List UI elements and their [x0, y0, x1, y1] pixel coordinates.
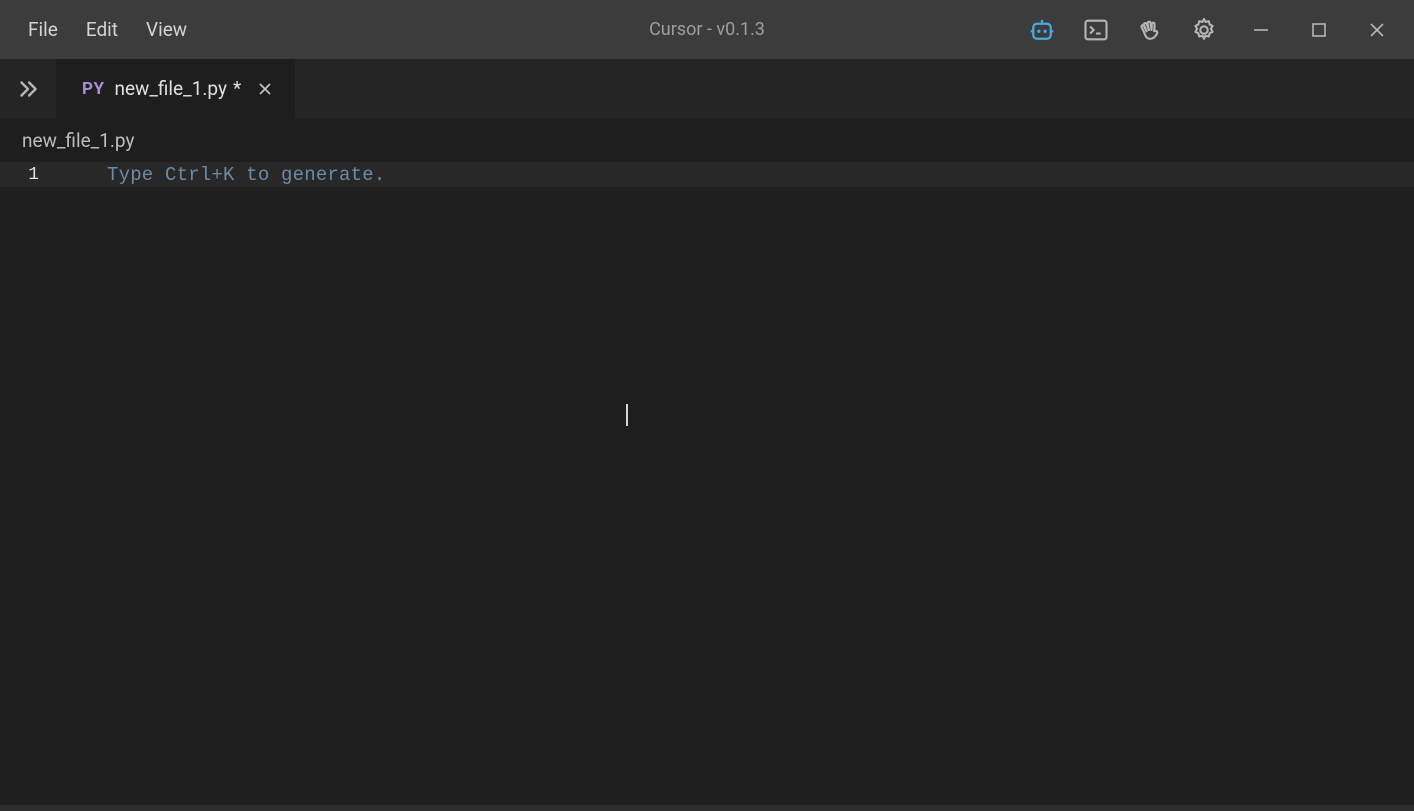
breadcrumb[interactable]: new_file_1.py: [0, 118, 1414, 162]
terminal-icon: [1082, 16, 1110, 44]
tab-filename: new_file_1.py: [114, 77, 226, 100]
menu-file[interactable]: File: [14, 10, 72, 49]
minimize-icon: [1252, 21, 1270, 39]
editor-line[interactable]: 1 Type Ctrl+K to generate.: [0, 162, 1414, 187]
title-bar: File Edit View Cursor - v0.1.3: [0, 0, 1414, 59]
menu-edit[interactable]: Edit: [72, 10, 132, 49]
breadcrumb-segment: new_file_1.py: [22, 129, 134, 152]
python-file-icon: PY: [82, 79, 104, 99]
menu-view[interactable]: View: [132, 10, 201, 49]
robot-icon: [1027, 15, 1057, 45]
main-menu: File Edit View: [0, 10, 201, 49]
line-placeholder: Type Ctrl+K to generate.: [55, 164, 385, 186]
titlebar-actions: [1016, 0, 1414, 59]
settings-button[interactable]: [1178, 4, 1230, 56]
wave-icon: [1136, 16, 1164, 44]
wave-button[interactable]: [1124, 4, 1176, 56]
minimize-button[interactable]: [1232, 0, 1290, 59]
window-title: Cursor - v0.1.3: [649, 19, 765, 40]
tab-active[interactable]: PY new_file_1.py *: [56, 59, 296, 118]
terminal-button[interactable]: [1070, 4, 1122, 56]
window-controls: [1232, 0, 1406, 59]
settings-icon: [1190, 16, 1218, 44]
expand-sidebar-button[interactable]: [0, 59, 56, 118]
text-cursor-icon: [626, 404, 628, 426]
tab-dirty-indicator: *: [233, 77, 241, 100]
status-bar[interactable]: [0, 805, 1414, 811]
close-icon: [257, 81, 273, 97]
close-window-button[interactable]: [1348, 0, 1406, 59]
maximize-button[interactable]: [1290, 0, 1348, 59]
maximize-icon: [1310, 21, 1328, 39]
chevron-double-right-icon: [15, 76, 41, 102]
editor-area[interactable]: 1 Type Ctrl+K to generate.: [0, 162, 1414, 805]
close-icon: [1368, 21, 1386, 39]
ai-robot-button[interactable]: [1016, 4, 1068, 56]
tab-close-button[interactable]: [251, 75, 279, 103]
tab-bar: PY new_file_1.py *: [0, 59, 1414, 118]
line-number: 1: [0, 165, 55, 185]
